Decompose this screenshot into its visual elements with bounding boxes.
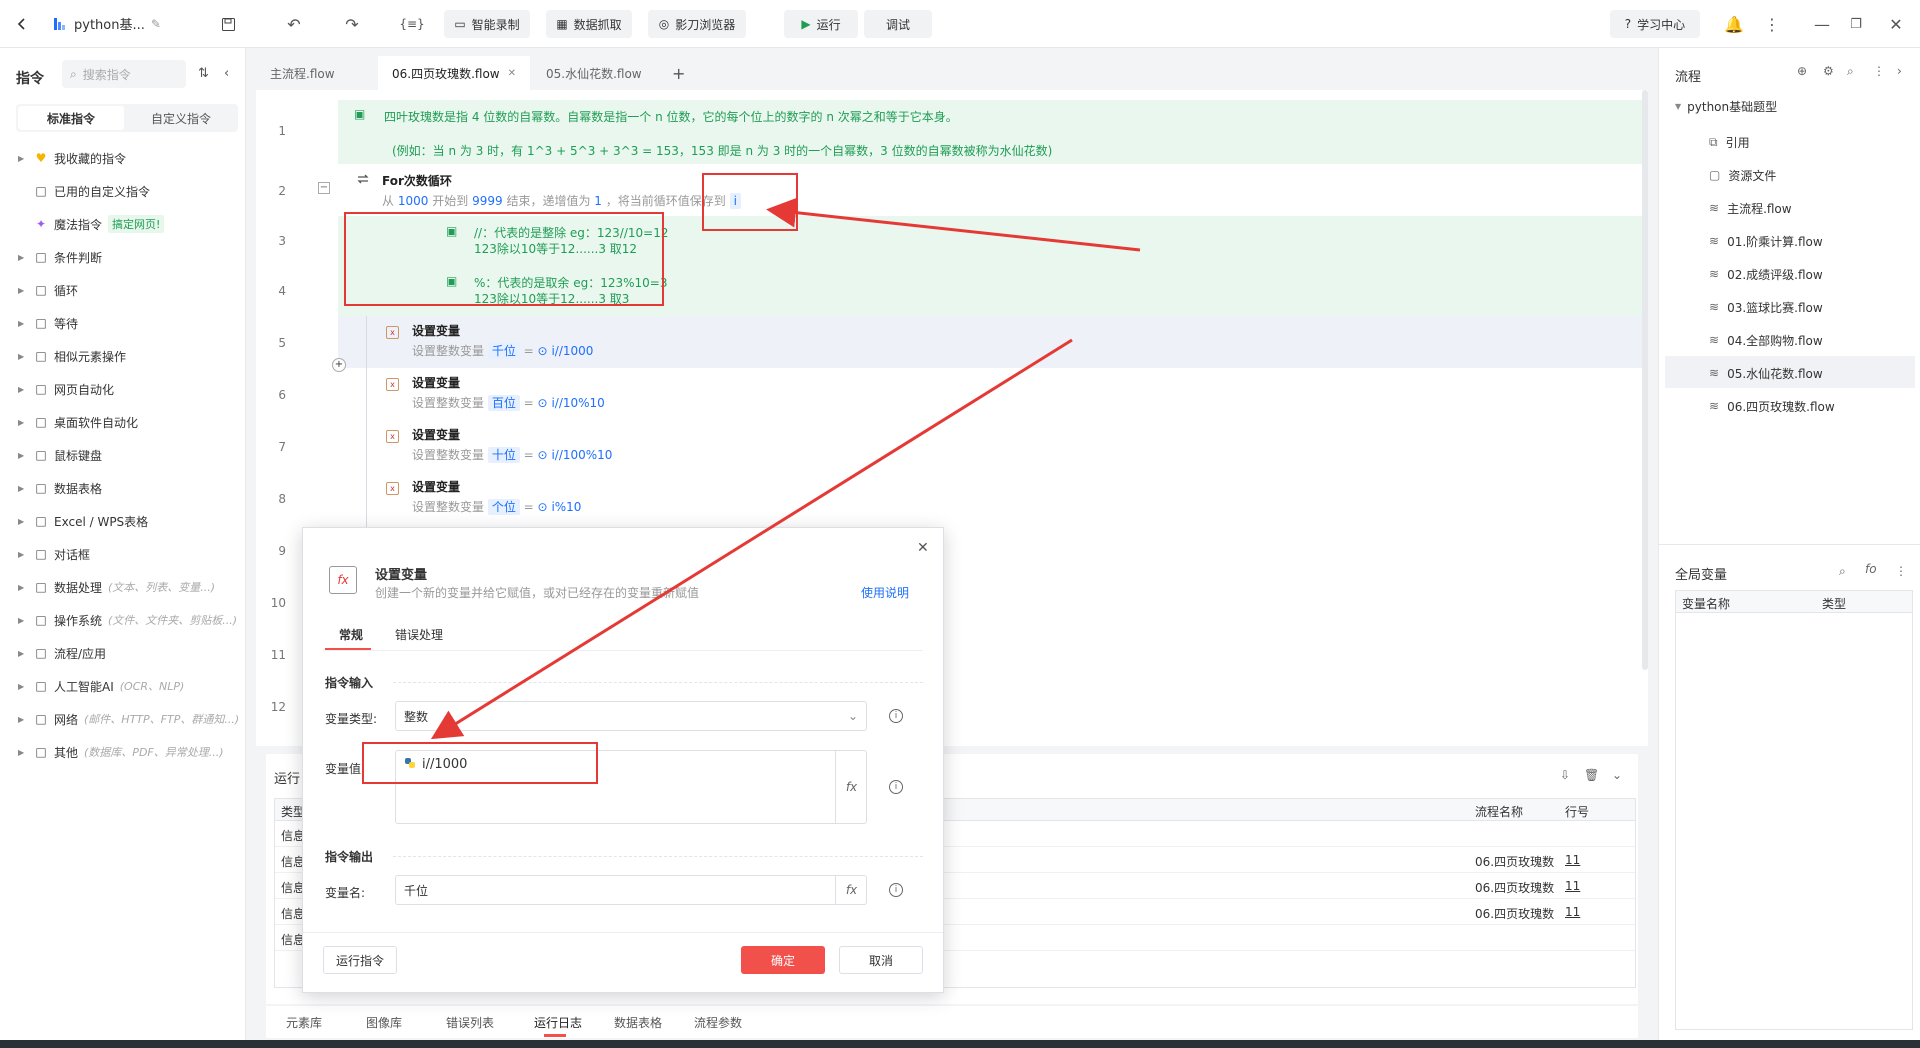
taskbar-strip [0, 1040, 1920, 1048]
annotation-arrow [766, 197, 1141, 252]
annotation-arrow [430, 338, 1073, 740]
annotation-arrows [430, 197, 1141, 740]
